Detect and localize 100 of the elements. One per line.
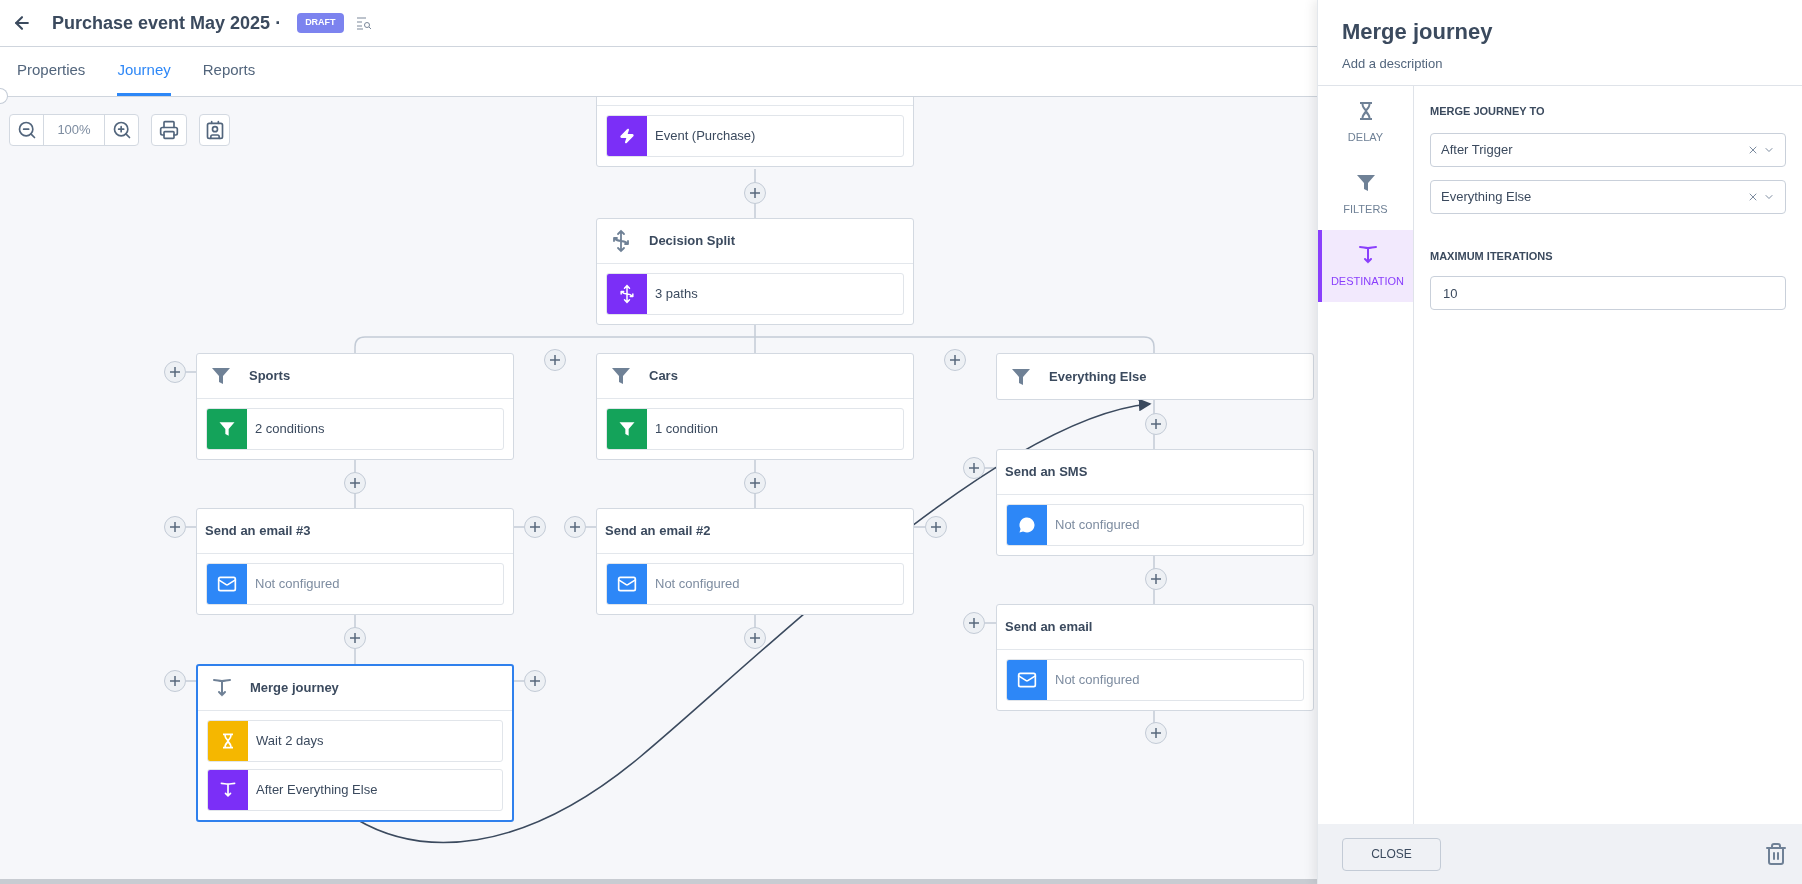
plus-icon bbox=[749, 187, 761, 199]
list-search-icon[interactable] bbox=[355, 15, 372, 31]
node-step[interactable]: 1 condition bbox=[606, 408, 904, 450]
step-label: Not configured bbox=[1054, 671, 1140, 690]
plus-icon bbox=[1150, 573, 1162, 585]
step-label: Event (Purchase) bbox=[654, 127, 756, 146]
trash-icon[interactable] bbox=[1764, 842, 1788, 866]
plus-icon bbox=[349, 632, 361, 644]
node-title: Merge journey bbox=[250, 679, 339, 698]
node-title: Everything Else bbox=[1049, 367, 1147, 386]
journey-node[interactable]: Merge journey Wait 2 days After Everything Else bbox=[196, 664, 514, 822]
plus-icon bbox=[968, 462, 980, 474]
step-label: Not configured bbox=[654, 575, 740, 594]
envelope-icon bbox=[217, 574, 237, 594]
plus-icon bbox=[169, 521, 181, 533]
iterations-input[interactable]: 10 bbox=[1430, 276, 1786, 310]
node-title: Decision Split bbox=[649, 232, 735, 251]
journey-node[interactable]: Send an email #3 Not configured bbox=[196, 508, 514, 615]
status-badge: DRAFT bbox=[297, 13, 344, 33]
add-step-button[interactable] bbox=[524, 516, 546, 538]
journey-node[interactable]: Decision Split 3 paths bbox=[596, 218, 914, 325]
panel-nav-item[interactable]: FILTERS bbox=[1318, 158, 1413, 230]
node-title: Send an email #2 bbox=[605, 522, 711, 541]
node-title: Send an email #3 bbox=[205, 522, 311, 541]
add-step-button[interactable] bbox=[524, 670, 546, 692]
journey-node[interactable]: Send an SMS Not configured bbox=[996, 449, 1314, 556]
plus-icon bbox=[529, 521, 541, 533]
plus-icon bbox=[930, 521, 942, 533]
plus-icon bbox=[1150, 727, 1162, 739]
envelope-icon bbox=[1017, 670, 1037, 690]
tab[interactable]: Properties bbox=[17, 58, 86, 96]
select-field[interactable]: Everything Else bbox=[1430, 179, 1786, 214]
node-step[interactable]: Event (Purchase) bbox=[606, 115, 904, 157]
plus-icon bbox=[749, 632, 761, 644]
tab[interactable]: Reports bbox=[202, 58, 256, 96]
journey-node[interactable]: Sports 2 conditions bbox=[196, 353, 514, 460]
contact-card-button[interactable] bbox=[199, 114, 230, 146]
add-step-button[interactable] bbox=[744, 472, 766, 494]
node-step[interactable]: Not configured bbox=[206, 563, 504, 605]
lightning-icon bbox=[619, 128, 635, 144]
plus-icon bbox=[349, 477, 361, 489]
add-step-button[interactable] bbox=[944, 349, 966, 371]
add-step-button[interactable] bbox=[925, 516, 947, 538]
panel-nav-item[interactable]: DELAY bbox=[1318, 86, 1413, 158]
add-step-button[interactable] bbox=[1145, 722, 1167, 744]
add-step-button[interactable] bbox=[344, 627, 366, 649]
zoom-in-icon bbox=[111, 120, 132, 140]
add-step-button[interactable] bbox=[744, 627, 766, 649]
close-button[interactable]: CLOSE bbox=[1342, 837, 1441, 871]
add-step-button[interactable] bbox=[164, 670, 186, 692]
add-step-button[interactable] bbox=[744, 182, 766, 204]
plus-icon bbox=[549, 354, 561, 366]
add-step-button[interactable] bbox=[544, 349, 566, 371]
add-step-button[interactable] bbox=[963, 612, 985, 634]
chat-bubble-icon bbox=[1017, 515, 1037, 535]
step-label: Not configured bbox=[1054, 516, 1140, 535]
node-step[interactable]: After Everything Else bbox=[207, 769, 503, 811]
journey-node[interactable]: Event (Purchase) bbox=[596, 97, 914, 167]
journey-node[interactable]: Everything Else bbox=[996, 353, 1314, 400]
step-label: 1 condition bbox=[654, 420, 718, 439]
add-step-button[interactable] bbox=[164, 361, 186, 383]
add-step-button[interactable] bbox=[963, 457, 985, 479]
plus-icon bbox=[169, 366, 181, 378]
plus-icon bbox=[569, 521, 581, 533]
zoom-level: 100% bbox=[56, 121, 92, 140]
panel-title: Merge journey bbox=[1342, 18, 1494, 46]
node-step[interactable]: Not configured bbox=[1006, 659, 1304, 701]
step-label: 2 conditions bbox=[254, 420, 325, 439]
journey-node[interactable]: Send an email #2 Not configured bbox=[596, 508, 914, 615]
step-label: Wait 2 days bbox=[255, 732, 324, 751]
add-step-button[interactable] bbox=[1145, 568, 1167, 590]
plus-icon bbox=[749, 477, 761, 489]
add-step-button[interactable] bbox=[564, 516, 586, 538]
add-step-button[interactable] bbox=[344, 472, 366, 494]
plus-icon bbox=[169, 675, 181, 687]
plus-icon bbox=[529, 675, 541, 687]
step-label: Not configured bbox=[254, 575, 340, 594]
section-label: MERGE JOURNEY TO bbox=[1430, 104, 1546, 119]
select-field[interactable]: After Trigger bbox=[1430, 132, 1786, 167]
print-button[interactable] bbox=[151, 114, 187, 146]
node-step[interactable]: 2 conditions bbox=[206, 408, 504, 450]
section-label: MAXIMUM ITERATIONS bbox=[1430, 248, 1554, 264]
step-label: 3 paths bbox=[654, 285, 698, 304]
journey-node[interactable]: Cars 1 condition bbox=[596, 353, 914, 460]
split-arrows-icon bbox=[617, 284, 637, 304]
node-step[interactable]: Not configured bbox=[606, 563, 904, 605]
node-step[interactable]: Wait 2 days bbox=[207, 720, 503, 762]
printer-icon bbox=[159, 120, 179, 140]
plus-icon bbox=[1150, 418, 1162, 430]
journey-node[interactable]: Send an email Not configured bbox=[996, 604, 1314, 711]
scrollbar[interactable] bbox=[0, 879, 1317, 884]
plus-icon bbox=[949, 354, 961, 366]
add-step-button[interactable] bbox=[1145, 413, 1167, 435]
description-field[interactable]: Add a description bbox=[1342, 54, 1778, 74]
node-step[interactable]: 3 paths bbox=[606, 273, 904, 315]
add-step-button[interactable] bbox=[164, 516, 186, 538]
panel-nav-item[interactable]: DESTINATION bbox=[1318, 230, 1413, 302]
node-title: Send an email bbox=[1005, 618, 1093, 637]
node-step[interactable]: Not configured bbox=[1006, 504, 1304, 546]
funnel-icon bbox=[617, 419, 637, 439]
